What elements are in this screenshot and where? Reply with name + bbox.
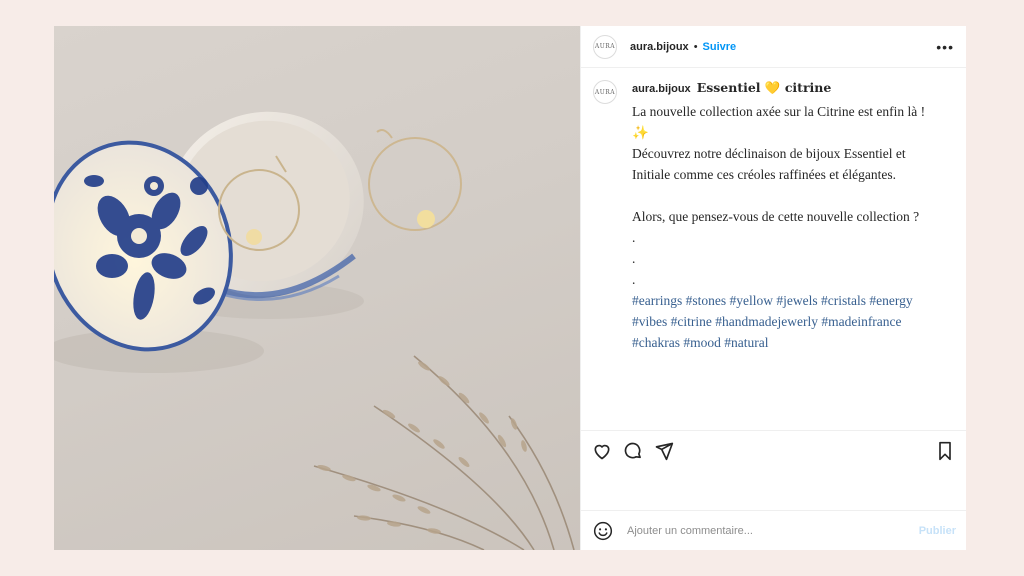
follow-button[interactable]: Suivre bbox=[703, 41, 737, 53]
caption-header: aura.bijoux Essentiel 💛 citrine bbox=[632, 80, 944, 96]
post-header: AURA aura.bijoux • Suivre ••• bbox=[581, 26, 966, 68]
emoji-icon[interactable] bbox=[593, 521, 613, 541]
post-image[interactable] bbox=[54, 26, 580, 550]
more-options-icon[interactable]: ••• bbox=[936, 39, 954, 55]
hashtag-link[interactable]: #stones bbox=[686, 293, 727, 308]
comment-icon[interactable] bbox=[622, 440, 644, 462]
caption-line: La nouvelle collection axée sur la Citri… bbox=[632, 104, 926, 140]
action-bar bbox=[581, 430, 966, 470]
caption-avatar[interactable]: AURA bbox=[593, 80, 617, 104]
hashtag-link[interactable]: #yellow bbox=[729, 293, 773, 308]
post-side-panel: AURA aura.bijoux • Suivre ••• AURA aura.… bbox=[580, 26, 966, 550]
heart-icon[interactable] bbox=[591, 440, 613, 462]
username-link[interactable]: aura.bijoux bbox=[630, 41, 689, 53]
hashtag-link[interactable]: #cristals bbox=[821, 293, 866, 308]
hashtag-list: #earrings #stones #yellow #jewels #crist… bbox=[632, 290, 944, 353]
caption-section: AURA aura.bijoux Essentiel 💛 citrine La … bbox=[581, 68, 966, 430]
caption-body: aura.bijoux Essentiel 💛 citrine La nouve… bbox=[632, 80, 944, 430]
caption-line: Alors, que pensez-vous de cette nouvelle… bbox=[632, 209, 920, 224]
caption-title: Essentiel 💛 citrine bbox=[696, 80, 832, 95]
bookmark-icon[interactable] bbox=[934, 440, 956, 462]
share-icon[interactable] bbox=[653, 440, 675, 462]
separator-dot: • bbox=[693, 40, 698, 53]
hashtag-link[interactable]: #handmadejewerly bbox=[715, 314, 818, 329]
photo-illustration bbox=[54, 111, 575, 550]
caption-line: Découvrez notre déclinaison de bijoux Es… bbox=[632, 146, 906, 182]
hashtag-link[interactable]: #citrine bbox=[671, 314, 712, 329]
hashtag-link[interactable]: #natural bbox=[724, 335, 768, 350]
hashtag-link[interactable]: #chakras bbox=[632, 335, 680, 350]
caption-username-link[interactable]: aura.bijoux bbox=[632, 83, 691, 95]
caption-text: La nouvelle collection axée sur la Citri… bbox=[632, 101, 944, 353]
publish-button[interactable]: Publier bbox=[919, 525, 956, 537]
caption-line bbox=[632, 185, 944, 206]
hashtag-link[interactable]: #mood bbox=[683, 335, 721, 350]
avatar[interactable]: AURA bbox=[593, 34, 617, 59]
hashtag-link[interactable]: #madeinfrance bbox=[821, 314, 901, 329]
hashtag-link[interactable]: #jewels bbox=[776, 293, 817, 308]
comment-input[interactable] bbox=[625, 523, 919, 538]
caption-line: . bbox=[632, 272, 636, 287]
caption-line: . bbox=[632, 251, 636, 266]
hashtag-link[interactable]: #vibes bbox=[632, 314, 667, 329]
hashtag-link[interactable]: #earrings bbox=[632, 293, 682, 308]
post-card: AURA aura.bijoux • Suivre ••• AURA aura.… bbox=[54, 26, 966, 550]
caption-line: . bbox=[632, 230, 636, 245]
likes-area bbox=[581, 470, 966, 510]
hashtag-link[interactable]: #energy bbox=[869, 293, 912, 308]
comment-bar: Publier bbox=[581, 510, 966, 550]
